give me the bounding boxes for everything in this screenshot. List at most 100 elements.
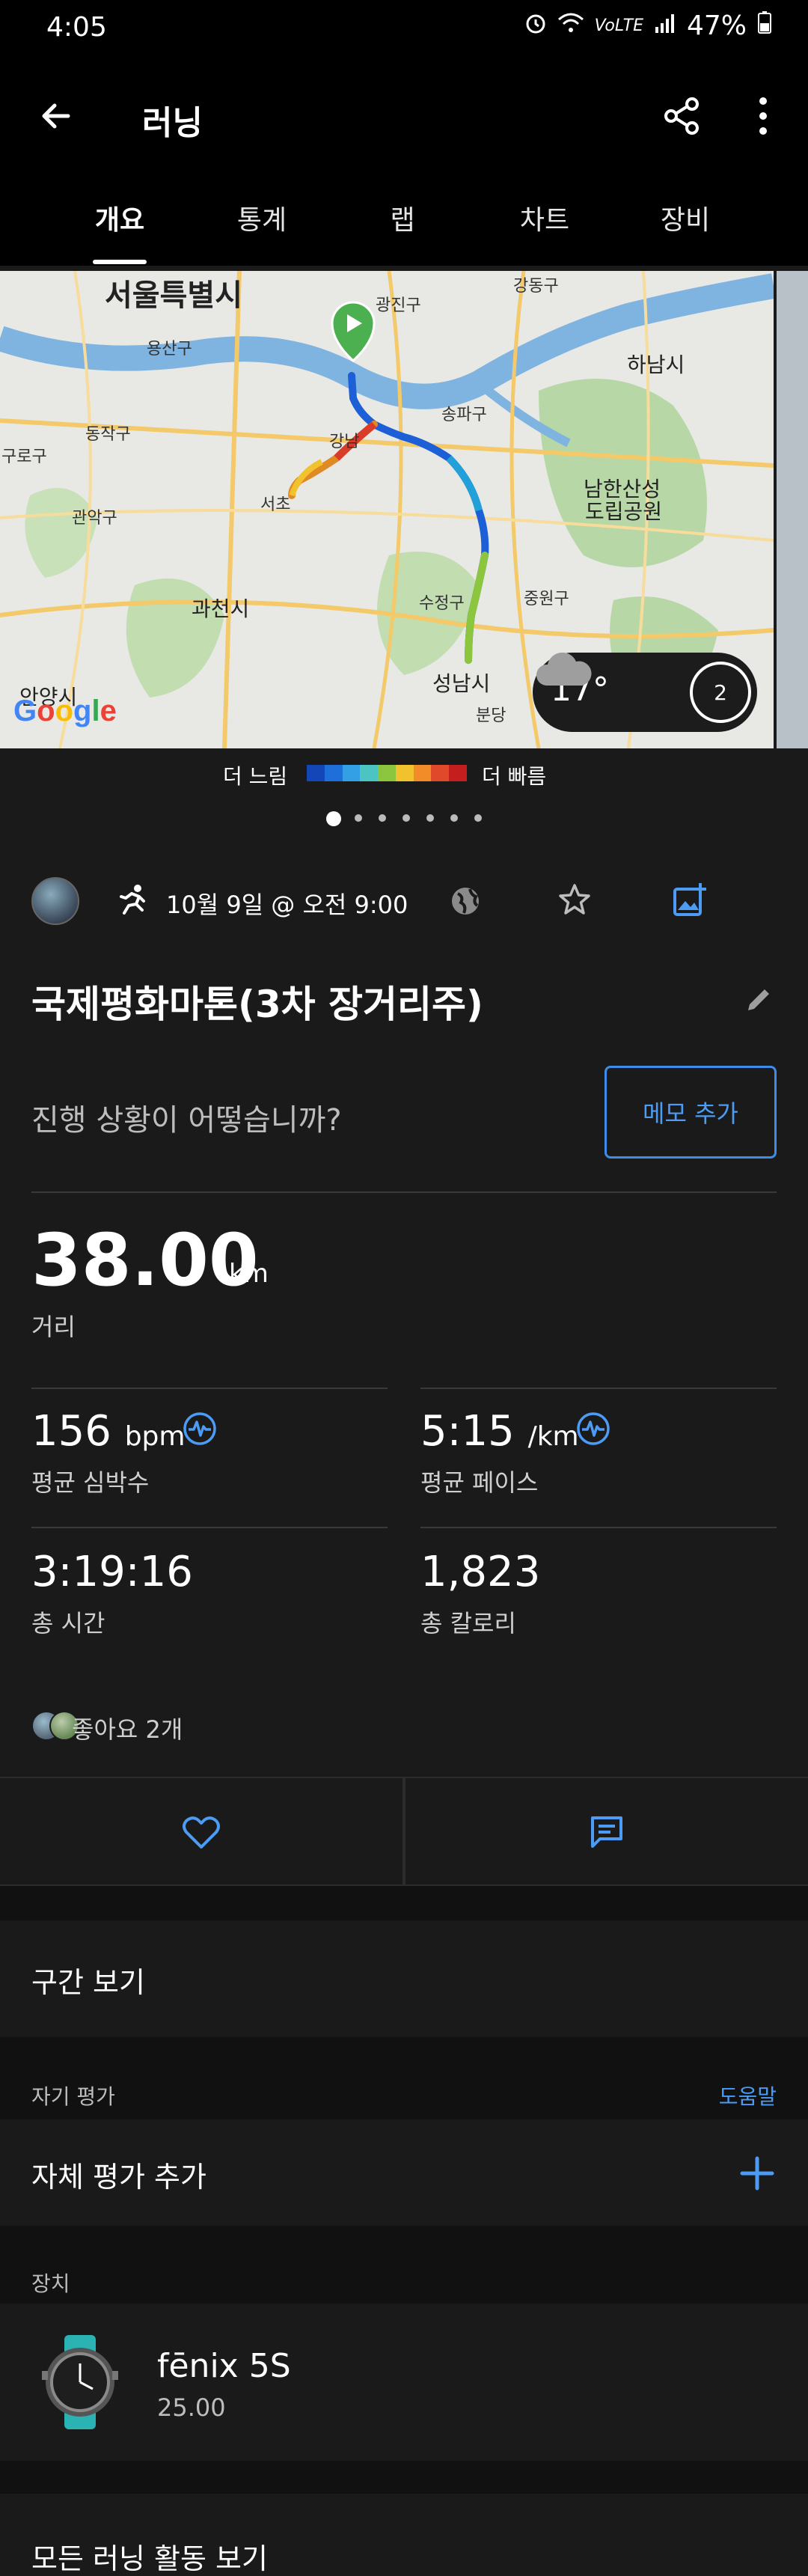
distance-label: 거리 <box>31 1313 76 1341</box>
app-bar: 러닝 <box>0 60 808 172</box>
more-vert-icon <box>759 97 767 135</box>
map-label-jungwon: 중원구 <box>524 590 569 608</box>
avg-hr-value: 156 <box>31 1407 111 1456</box>
avg-pace-value: 5:15 <box>420 1407 515 1456</box>
distance-value: 38.00 <box>31 1218 259 1302</box>
device-header: 장치 <box>0 2226 808 2304</box>
page-title: 러닝 <box>142 104 203 142</box>
carousel-dot[interactable] <box>403 814 410 822</box>
notes-prompt: 진행 상황이 어떻습니까? <box>31 1103 342 1138</box>
splits-row[interactable]: 구간 보기 <box>0 1920 808 2037</box>
carousel-dot[interactable] <box>426 814 434 822</box>
tab-charts[interactable]: 차트 <box>485 198 605 237</box>
watch-image <box>42 2335 118 2429</box>
avg-pace-stat: 5:15 /km <box>420 1407 579 1456</box>
cloud-icon <box>536 653 592 686</box>
device-section-label: 장치 <box>31 2271 70 2296</box>
divider <box>420 1527 777 1528</box>
map-label-gangdong: 강동구 <box>513 277 559 296</box>
map-label-gwangjin: 광진구 <box>376 296 421 315</box>
status-time: 4:05 <box>46 12 107 43</box>
carousel-dots[interactable] <box>0 811 808 826</box>
self-eval-header: 자기 평가 도움말 <box>0 2072 808 2119</box>
comment-button[interactable] <box>405 1778 808 1886</box>
carousel-dot[interactable] <box>474 814 482 822</box>
carousel-dot[interactable] <box>379 814 386 822</box>
comment-icon <box>591 1816 622 1848</box>
tab-stats[interactable]: 통계 <box>202 198 322 237</box>
section-gap <box>0 1886 808 1920</box>
map-next-preview[interactable] <box>777 271 808 748</box>
like-button[interactable] <box>0 1778 403 1886</box>
legend-color-bar <box>307 765 468 781</box>
avatar[interactable] <box>31 877 79 925</box>
avg-pace-label: 평균 페이스 <box>420 1468 539 1497</box>
tab-bar: 개요 통계 랩 차트 장비 <box>0 172 808 266</box>
more-options-button[interactable] <box>741 90 786 142</box>
total-time-value: 3:19:16 <box>31 1548 193 1596</box>
edit-icon[interactable] <box>744 985 774 1015</box>
map-label-seocho: 서초 <box>260 495 291 514</box>
back-button[interactable] <box>30 90 82 142</box>
map-label-yongsan: 용산구 <box>147 340 192 358</box>
plus-icon[interactable] <box>738 2154 777 2193</box>
activity-date: 10월 9일 @ 오전 9:00 <box>166 891 408 919</box>
all-runs-row[interactable]: 모든 러닝 활동 보기 <box>0 2494 808 2576</box>
heart-rate-icon[interactable] <box>183 1411 217 1446</box>
avg-pace-unit: /km <box>527 1421 579 1452</box>
add-memo-button[interactable]: 메모 추가 <box>605 1066 777 1159</box>
avg-hr-stat: 156 bpm <box>31 1407 185 1456</box>
self-eval-add-label: 자체 평가 추가 <box>31 2161 206 2194</box>
divider <box>31 1388 388 1389</box>
map-label-songpa: 송파구 <box>441 406 487 424</box>
heart-icon <box>183 1816 220 1849</box>
legend-color-swatch <box>413 765 432 781</box>
status-icons: VoLTE 47% <box>524 10 772 41</box>
total-calories-label: 총 칼로리 <box>420 1609 516 1638</box>
divider <box>31 1191 777 1193</box>
activity-title: 국제평화마톤(3차 장거리주) <box>31 983 483 1026</box>
share-button[interactable] <box>655 90 708 142</box>
pace-info-icon[interactable] <box>576 1411 610 1446</box>
map-label-gangnam: 강남 <box>329 433 360 451</box>
share-icon <box>664 97 699 135</box>
add-photo-icon[interactable] <box>670 880 709 919</box>
activity-meta-row: 10월 9일 @ 오전 9:00 <box>0 868 808 936</box>
tab-gear[interactable]: 장비 <box>625 198 745 237</box>
legend-color-swatch <box>324 765 343 781</box>
legend-color-swatch <box>307 765 325 781</box>
map-label-gwacheon: 과천시 <box>192 596 250 621</box>
map-label-bundang: 분당 <box>476 706 506 725</box>
map-label-gwanak: 관악구 <box>72 509 117 528</box>
distance-unit: km <box>229 1259 269 1289</box>
carousel-dot[interactable] <box>355 814 362 822</box>
device-version: 25.00 <box>157 2393 226 2422</box>
help-link[interactable]: 도움말 <box>719 2081 777 2110</box>
star-icon[interactable] <box>557 882 593 918</box>
status-bar: 4:05 VoLTE 47% <box>0 0 808 60</box>
globe-icon[interactable] <box>447 883 483 919</box>
weather-widget[interactable]: 17° 2 <box>533 653 757 732</box>
signal-icon <box>654 10 676 41</box>
map-label-dongjak: 동작구 <box>85 425 131 444</box>
splits-label: 구간 보기 <box>31 1966 145 1999</box>
tab-laps[interactable]: 랩 <box>343 198 462 237</box>
avg-hr-label: 평균 심박수 <box>31 1468 150 1497</box>
route-map[interactable]: 서울특별시 하남시 남한산성 도립공원 과천시 안양시 성남시 광진구 강동구 … <box>0 271 774 748</box>
legend-color-swatch <box>431 765 450 781</box>
pace-legend: 더 느림 더 빠름 <box>0 756 808 792</box>
likes-count[interactable]: 좋아요 2개 <box>72 1711 183 1745</box>
self-eval-row[interactable]: 자체 평가 추가 <box>0 2119 808 2226</box>
legend-color-swatch <box>378 765 396 781</box>
carousel-dot[interactable] <box>326 811 341 826</box>
tab-overview[interactable]: 개요 <box>60 198 180 237</box>
wifi-icon <box>557 10 584 41</box>
running-icon <box>120 885 145 915</box>
legend-fast-label: 더 빠름 <box>482 764 547 789</box>
map-label-hanam: 하남시 <box>627 352 685 377</box>
section-gap <box>0 2461 808 2494</box>
divider <box>31 1527 388 1528</box>
legend-color-swatch <box>360 765 379 781</box>
carousel-dot[interactable] <box>450 814 458 822</box>
map-label-sujeong: 수정구 <box>419 594 465 613</box>
